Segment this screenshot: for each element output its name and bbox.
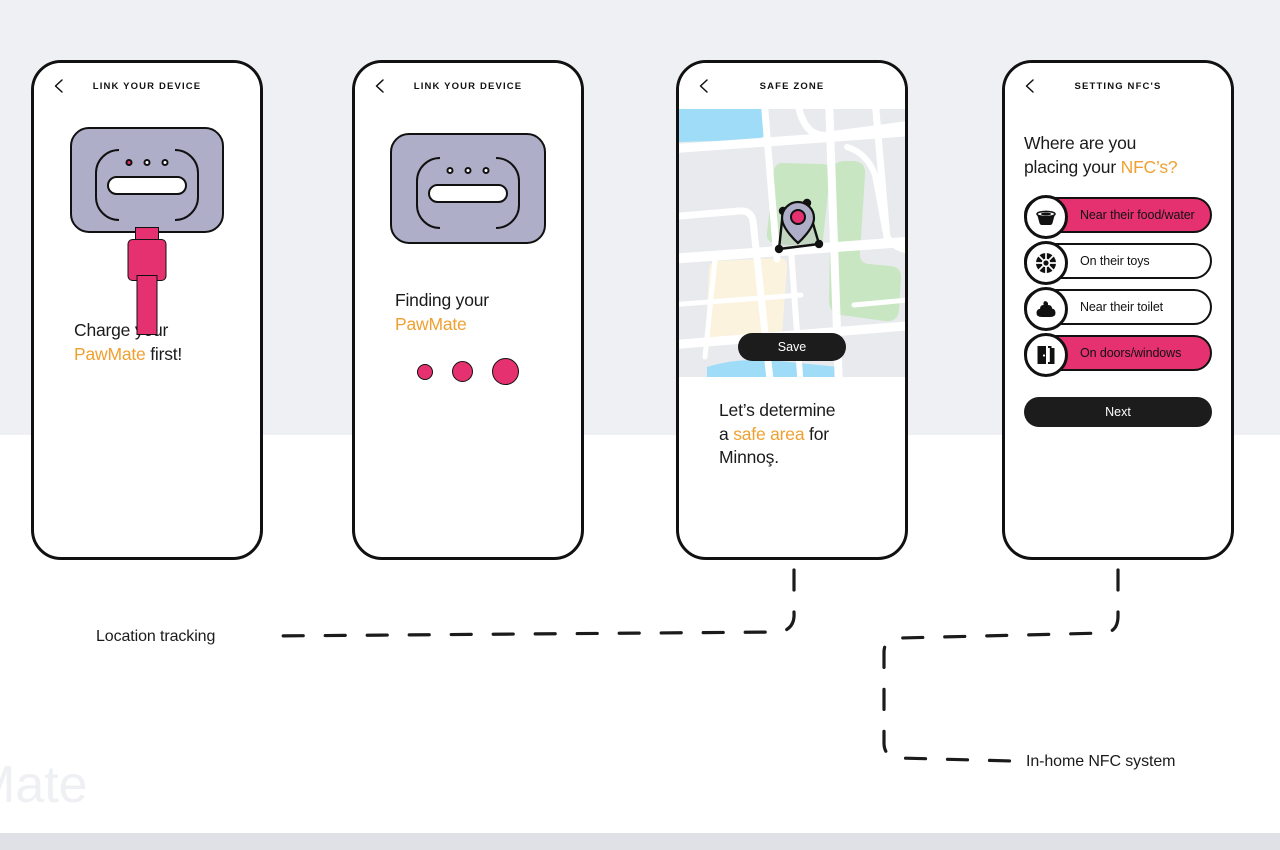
indicator-dot-1 (125, 159, 133, 166)
chevron-left-icon[interactable] (696, 78, 712, 94)
nfc-placement-options: Near their food/water On their toys Near… (1005, 195, 1231, 377)
screen-title: LINK YOUR DEVICE (413, 80, 523, 92)
indicator-dot-3 (161, 159, 169, 166)
option-label: Near their toilet (1080, 300, 1164, 314)
pawmate-device-illustration (34, 109, 260, 335)
map-view[interactable]: Save (679, 109, 905, 377)
loading-dot-3 (492, 358, 519, 385)
question-line-2: placing your NFC’s? (1024, 155, 1212, 179)
caption-line-1: Finding your (395, 290, 489, 310)
pawmate-device-illustration (355, 109, 581, 289)
screen-title: SAFE ZONE (759, 80, 825, 92)
background-band-bottom (0, 833, 1280, 850)
phone-screen-setting-nfcs: SETTING NFC'S Where are you placing your… (1002, 60, 1234, 560)
bowl-icon (1024, 195, 1068, 239)
indicator-dot-2 (464, 167, 472, 174)
save-button[interactable]: Save (738, 333, 846, 361)
caption-line-3: Minnoş. (719, 447, 779, 467)
screen-title: SETTING NFC'S (1074, 80, 1162, 92)
chevron-left-icon[interactable] (372, 78, 388, 94)
question-highlight: NFC’s? (1120, 157, 1178, 177)
caption-line-2: PawMate first! (74, 343, 220, 367)
phone-screen-link-your-device-finding: LINK YOUR DEVICE Finding your PawMate (352, 60, 584, 560)
device-mouth-pill (428, 184, 508, 203)
option-on-doors-windows[interactable]: On doors/windows (1024, 333, 1212, 377)
caption-line-2: a safe area for (719, 423, 865, 447)
option-label: Near their food/water (1080, 208, 1195, 222)
caption-line-1: Let’s determine (719, 400, 836, 420)
question-pre: placing your (1024, 157, 1121, 177)
caption-rest: first! (145, 343, 183, 364)
door-icon (1024, 333, 1068, 377)
device-indicator-dots (446, 167, 490, 174)
option-on-their-toys[interactable]: On their toys (1024, 241, 1212, 285)
indicator-dot-3 (482, 167, 490, 174)
screen-title: LINK YOUR DEVICE (92, 80, 202, 92)
device-body (70, 127, 224, 233)
chevron-left-icon[interactable] (51, 78, 67, 94)
poop-icon (1024, 287, 1068, 331)
question-text: Where are you placing your NFC’s? (1005, 131, 1231, 179)
indicator-dot-1 (446, 167, 454, 174)
option-label: On their toys (1080, 254, 1150, 268)
ball-icon (1024, 241, 1068, 285)
loading-dot-2 (452, 361, 473, 382)
loading-dots (355, 358, 581, 385)
phone-screen-safe-zone: SAFE ZONE Save Let’s determine a safe ar… (676, 60, 908, 560)
indicator-dot-2 (143, 159, 151, 166)
caption-highlight: PawMate (74, 343, 146, 364)
option-near-their-toilet[interactable]: Near their toilet (1024, 287, 1212, 331)
phone-screen-link-your-device-charge: LINK YOUR DEVICE Charge your PawMate fir… (31, 60, 263, 560)
option-near-their-food-water[interactable]: Near their food/water (1024, 195, 1212, 239)
next-button[interactable]: Next (1024, 397, 1212, 427)
charger-cord (136, 275, 158, 335)
screen-caption: Finding your PawMate (355, 289, 581, 336)
device-indicator-dots (125, 159, 169, 166)
caption-pre: a (719, 423, 734, 444)
screen-header: LINK YOUR DEVICE (355, 63, 581, 109)
watermark-text: Mate (0, 756, 88, 814)
screen-header: LINK YOUR DEVICE (34, 63, 260, 109)
loading-dot-1 (417, 363, 433, 380)
annotation-label-in-home-nfc-system: In-home NFC system (1026, 753, 1176, 770)
option-label: On doors/windows (1080, 346, 1182, 360)
chevron-left-icon[interactable] (1022, 78, 1038, 94)
question-line-1: Where are you (1024, 133, 1137, 153)
screen-header: SAFE ZONE (679, 63, 905, 109)
screen-caption: Let’s determine a safe area for Minnoş. (679, 399, 905, 470)
annotation-label-location-tracking: Location tracking (96, 628, 216, 645)
device-body (390, 133, 546, 244)
screen-header: SETTING NFC'S (1005, 63, 1231, 109)
caption-highlight: PawMate (395, 313, 467, 334)
caption-highlight: safe area (733, 423, 805, 444)
device-mouth-pill (107, 176, 187, 195)
caption-post: for (804, 423, 829, 444)
